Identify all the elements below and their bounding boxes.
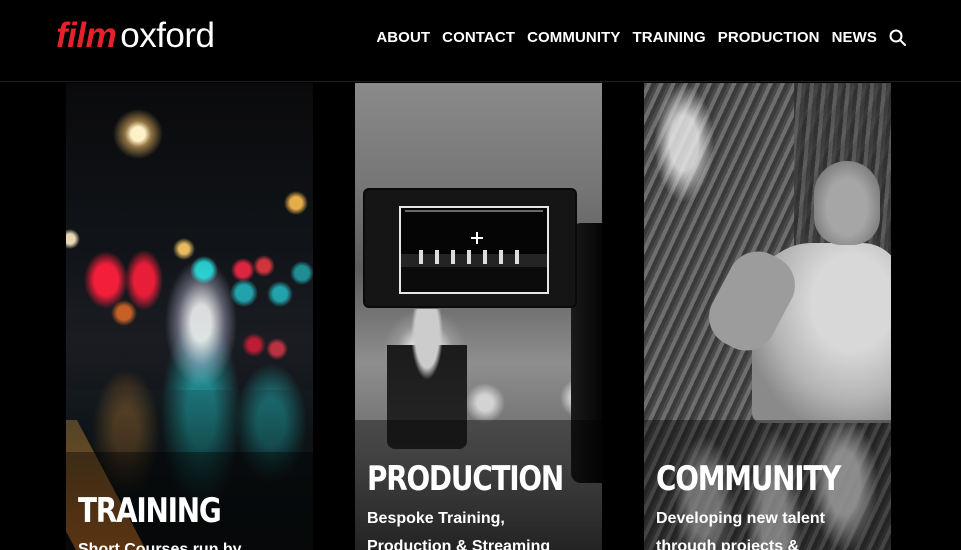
nav-item-contact[interactable]: CONTACT <box>442 28 515 48</box>
viewfinder-screen <box>399 206 549 294</box>
card-training[interactable]: TRAINING Short Courses run by <box>66 83 313 550</box>
main-nav: ABOUT CONTACT COMMUNITY TRAINING PRODUCT… <box>376 28 877 48</box>
person-head <box>814 161 880 245</box>
site-logo[interactable]: film oxford <box>56 14 215 58</box>
nav-item-community[interactable]: COMMUNITY <box>527 28 620 48</box>
stage-performers <box>419 250 531 264</box>
card-title: PRODUCTION <box>367 459 564 499</box>
nav-item-news[interactable]: NEWS <box>832 28 877 48</box>
card-title: TRAINING <box>78 491 222 531</box>
nav-item-production[interactable]: PRODUCTION <box>718 28 820 48</box>
logo-oxford: oxford <box>120 16 215 55</box>
focus-crosshair-icon <box>471 232 483 244</box>
card-description: Short Courses run by <box>78 541 242 550</box>
logo-film: film <box>56 16 117 55</box>
background-sign <box>473 83 583 113</box>
card-community[interactable]: COMMUNITY Developing new talent through … <box>644 83 891 550</box>
search-button[interactable] <box>888 28 908 48</box>
card-description: Bespoke Training, Production & Streaming <box>367 510 551 550</box>
nav-item-training[interactable]: TRAINING <box>632 28 705 48</box>
site-header: film oxford ABOUT CONTACT COMMUNITY TRAI… <box>0 0 961 82</box>
nav-item-about[interactable]: ABOUT <box>376 28 430 48</box>
viewfinder-hud <box>405 210 543 218</box>
card-description: Developing new talent through projects & <box>656 510 825 550</box>
search-icon <box>889 29 906 46</box>
card-production[interactable]: PRODUCTION Bespoke Training, Production … <box>355 83 602 550</box>
camera-body <box>363 188 577 308</box>
card-title: COMMUNITY <box>656 459 841 499</box>
